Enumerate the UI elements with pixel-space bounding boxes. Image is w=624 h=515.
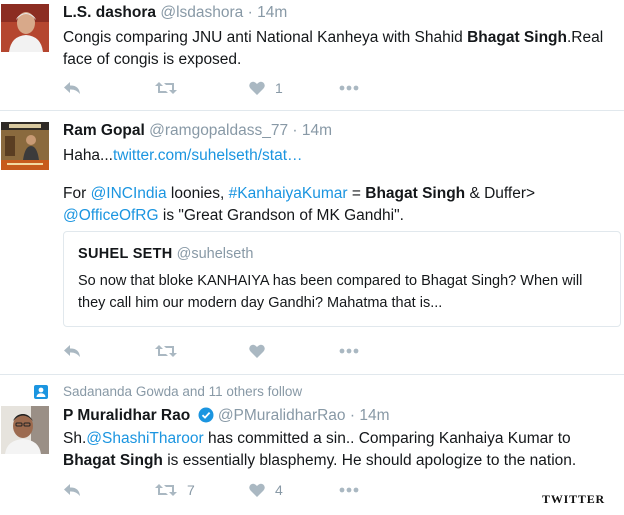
heart-icon	[249, 344, 265, 358]
quoted-tweet[interactable]: SUHEL SETH @suhelseth So now that bloke …	[63, 231, 621, 327]
tweet-text-bold: Bhagat Singh	[63, 452, 163, 469]
tweet-text: Sh.@ShashiTharoor has committed a sin.. …	[63, 428, 618, 472]
tweet-2[interactable]: Ram Gopal @ramgopaldass_77 · 14m Haha...…	[0, 111, 624, 374]
mention-link[interactable]: @ShashiTharoor	[86, 430, 203, 447]
heart-icon	[249, 81, 265, 95]
retweet-button[interactable]	[155, 81, 249, 95]
more-button[interactable]	[339, 85, 433, 91]
avatar[interactable]	[1, 122, 49, 170]
reply-icon	[64, 484, 80, 496]
like-button[interactable]: 1	[249, 80, 343, 96]
tweet-text-part: Congis comparing JNU anti National Kanhe…	[63, 29, 468, 46]
mention-link[interactable]: @INCIndia	[91, 185, 167, 202]
author-name[interactable]: L.S. dashora	[63, 4, 156, 21]
author-name[interactable]: P Muralidhar Rao	[63, 407, 190, 424]
tweet-text: Congis comparing JNU anti National Kanhe…	[63, 27, 618, 71]
like-button[interactable]	[249, 344, 343, 358]
more-dots-icon	[339, 348, 359, 354]
like-button[interactable]: 4	[249, 482, 343, 498]
tweet-text-bold: Bhagat Singh	[365, 185, 466, 202]
social-context[interactable]: Sadananda Gowda and 11 others follow	[63, 384, 302, 399]
hashtag-link[interactable]: #KanhaiyaKumar	[229, 185, 348, 202]
separator-dot: ·	[349, 407, 356, 424]
separator-dot: ·	[247, 4, 253, 21]
tweet-text-part: Haha...	[63, 147, 113, 164]
verified-badge-icon	[198, 407, 213, 423]
retweet-icon	[155, 345, 177, 357]
timestamp[interactable]: 14m	[359, 407, 389, 424]
source-watermark: TWITTER	[542, 492, 605, 506]
tweet-text-part: & Duffer>	[465, 185, 536, 202]
tweet-actions: 1	[63, 78, 433, 98]
author-handle[interactable]: @lsdashora	[160, 4, 243, 21]
like-count: 1	[275, 80, 283, 96]
reply-button[interactable]	[63, 483, 157, 497]
mention-link[interactable]: @OfficeOfRG	[63, 207, 159, 224]
divider	[0, 374, 624, 375]
reply-button[interactable]	[63, 81, 157, 95]
author-handle[interactable]: @PMuralidharRao	[218, 407, 346, 424]
retweet-icon	[155, 484, 177, 496]
retweet-button[interactable]: 7	[155, 482, 249, 498]
tweet-text-part: Sh.	[63, 430, 87, 447]
tweet-actions: 7 4	[63, 480, 433, 500]
author-handle[interactable]: @ramgopaldass_77	[149, 122, 288, 139]
quoted-tweet-text: So now that bloke KANHAIYA has been comp…	[78, 273, 583, 311]
tweet-text-part: is essentially blasphemy. He should apol…	[162, 452, 577, 469]
tweet-text-part: has committed a sin.. Comparing Kanhaiya…	[203, 430, 571, 447]
tweet-text-part: =	[347, 185, 366, 202]
retweet-button[interactable]	[155, 344, 249, 358]
tweet-1[interactable]: L.S. dashora @lsdashora · 14m Congis com…	[0, 0, 624, 110]
person-follow-icon	[34, 385, 48, 399]
retweet-icon	[155, 82, 177, 94]
tweet-3[interactable]: P Muralidhar Rao @PMuralidharRao · 14m S…	[0, 402, 624, 515]
separator-dot: ·	[292, 122, 298, 139]
tweet-text: For @INCIndia loonies, #KanhaiyaKumar = …	[63, 183, 618, 227]
tweet-text-bold: Bhagat Singh	[467, 29, 567, 46]
reply-button[interactable]	[63, 344, 157, 358]
tweet-text-part: is "Great Grandson of MK Gandhi".	[158, 207, 404, 224]
quoted-author-name[interactable]: SUHEL SETH	[78, 246, 173, 262]
timestamp[interactable]: 14m	[257, 4, 287, 21]
quoted-author-handle[interactable]: @suhelseth	[177, 246, 254, 262]
more-dots-icon	[339, 487, 359, 493]
avatar[interactable]	[1, 406, 49, 454]
tweet-text-part: loonies,	[166, 185, 229, 202]
avatar[interactable]	[1, 4, 49, 52]
timestamp[interactable]: 14m	[302, 122, 332, 139]
heart-icon	[249, 483, 265, 497]
tweet-text: Haha...twitter.com/suhelseth/stat…	[63, 145, 618, 167]
reply-icon	[64, 345, 80, 357]
retweet-count: 7	[187, 482, 195, 498]
tweet-text-part: For	[63, 185, 91, 202]
more-button[interactable]	[339, 487, 433, 493]
more-button[interactable]	[339, 348, 433, 354]
author-name[interactable]: Ram Gopal	[63, 122, 145, 139]
like-count: 4	[275, 482, 283, 498]
reply-icon	[64, 82, 80, 94]
tweet-link[interactable]: twitter.com/suhelseth/stat…	[113, 147, 303, 164]
more-dots-icon	[339, 85, 359, 91]
tweet-actions	[63, 341, 433, 361]
